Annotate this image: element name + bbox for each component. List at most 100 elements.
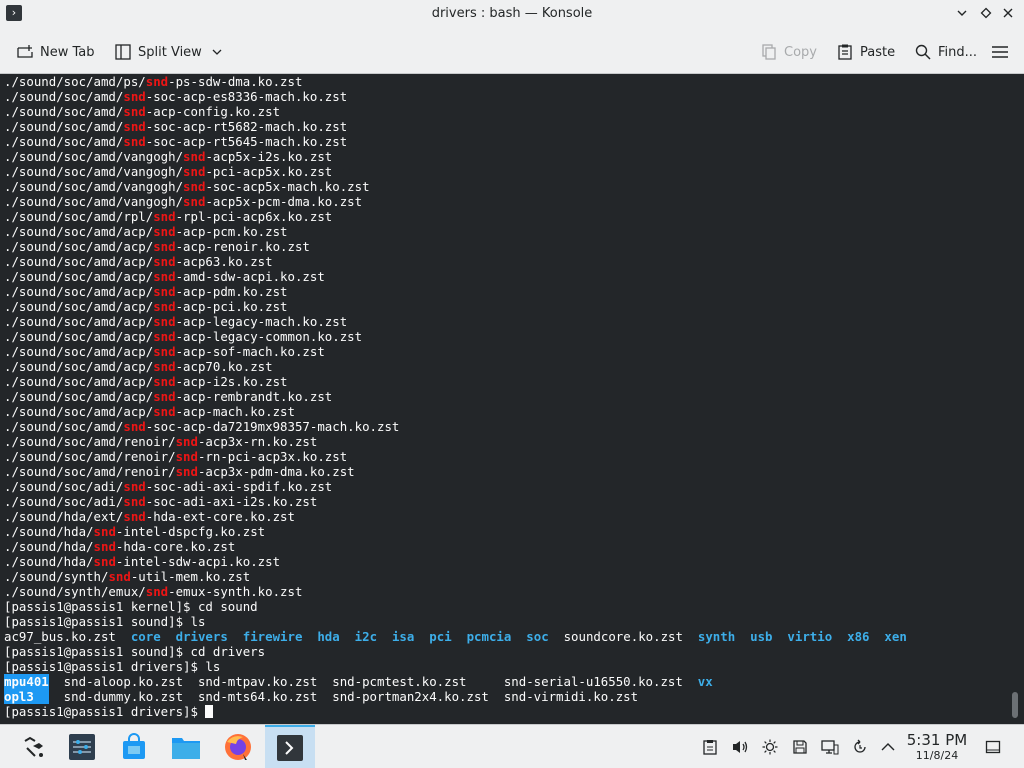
terminal-text-segment: snd [108,569,131,584]
application-launcher[interactable] [16,729,52,765]
terminal-text-segment: snd [123,134,146,149]
volume-icon[interactable] [730,737,750,757]
terminal-text-segment: xen [884,629,907,644]
terminal-text-segment: snd [153,269,176,284]
terminal-text-segment: -amd-sdw-acpi.ko.zst [175,269,325,284]
terminal-text-segment: [passis1@passis1 drivers]$ [4,704,206,719]
terminal-text-segment: usb [750,629,773,644]
diamond-icon [980,7,992,19]
terminal-line: ./sound/hda/snd-intel-sdw-acpi.ko.zst [4,554,907,569]
terminal-text-segment: ac97_bus.ko.zst [4,629,131,644]
terminal-line: ./sound/soc/amd/renoir/snd-rn-pci-acp3x.… [4,449,907,464]
terminal-text-segment: snd [123,419,146,434]
terminal-text-segment: ./sound/soc/amd/acp/ [4,224,154,239]
taskbar-konsole[interactable] [265,725,315,768]
updates-icon[interactable] [850,737,870,757]
terminal-text-segment: ./sound/soc/amd/acp/ [4,284,154,299]
terminal-text-segment: -soc-acp5x-mach.ko.zst [205,179,370,194]
terminal-text-segment: -acp-legacy-common.ko.zst [175,329,363,344]
taskbar-file-manager[interactable] [168,729,204,765]
terminal-text-segment: -hda-core.ko.zst [115,539,236,554]
terminal-text-segment: -pci-acp5x.ko.zst [205,164,333,179]
new-tab-label: New Tab [40,44,95,60]
terminal-icon [277,735,303,761]
storage-icon[interactable] [790,737,810,757]
chevron-down-icon [957,10,967,16]
terminal-text-segment: ./sound/soc/amd/acp/ [4,254,154,269]
shopping-bag-icon [123,733,145,759]
terminal-text-segment: snd [145,584,169,599]
maximize-button[interactable] [976,5,996,25]
terminal-text-segment: snd [123,494,146,509]
terminal-line: ./sound/soc/amd/snd-soc-acp-rt5682-mach.… [4,119,907,134]
terminal-text-segment: ./sound/soc/amd/acp/ [4,269,154,284]
terminal-text-segment: ./sound/soc/amd/acp/ [4,329,154,344]
terminal-text-segment: -soc-adi-axi-i2s.ko.zst [145,494,318,509]
terminal-text-segment: -acp70.ko.zst [175,359,273,374]
terminal-line: ./sound/synth/snd-util-mem.ko.zst [4,569,907,584]
chevron-up-icon[interactable] [878,737,898,757]
brightness-icon[interactable] [760,737,780,757]
terminal-text-segment: -soc-acp-rt5682-mach.ko.zst [145,119,348,134]
taskbar-system-settings[interactable] [64,729,100,765]
taskbar-firefox[interactable] [220,729,256,765]
terminal-text-segment: i2c [354,629,378,644]
close-button[interactable] [998,5,1018,25]
terminal-text-segment: -acp-pdm.ko.zst [175,284,288,299]
taskbar-discover[interactable] [116,729,152,765]
terminal-text-segment: snd [183,149,206,164]
terminal-line: ./sound/soc/amd/acp/snd-acp-pcm.ko.zst [4,224,907,239]
paste-icon [838,44,852,60]
terminal-text-segment: snd [153,299,176,314]
show-desktop-icon[interactable] [983,737,1003,757]
terminal-scrollbar[interactable] [1012,692,1018,718]
terminal-text-segment: snd [123,119,146,134]
terminal-text-segment: x86 [847,629,870,644]
terminal-text-segment: ./sound/soc/amd/ [4,89,124,104]
terminal-text-segment: -soc-acp-es8336-mach.ko.zst [145,89,348,104]
terminal-text-segment: -acp-pcm.ko.zst [175,224,288,239]
find-button[interactable]: Find... [914,40,977,64]
terminal-line: [passis1@passis1 drivers]$ ls [4,659,907,674]
copy-icon [762,44,776,60]
terminal-line: ./sound/soc/amd/acp/snd-amd-sdw-acpi.ko.… [4,269,907,284]
new-tab-button[interactable]: New Tab [16,40,95,64]
terminal-text-segment: ./sound/synth/ [4,569,109,584]
copy-button[interactable]: Copy [760,40,817,64]
terminal-text-segment: snd [183,194,206,209]
terminal-text-segment: snd [183,179,206,194]
terminal-text-segment: -intel-dspcfg.ko.zst [115,524,266,539]
terminal-text-segment: ./sound/hda/ [4,524,94,539]
terminal-line: ./sound/soc/amd/acp/snd-acp-mach.ko.zst [4,404,907,419]
terminal-text-segment: [passis1@passis1 sound]$ ls [4,614,206,629]
clipboard-icon[interactable] [700,737,720,757]
terminal-text-segment: ./sound/soc/amd/vangogh/ [4,194,184,209]
terminal-line: ./sound/soc/amd/snd-soc-acp-da7219mx9835… [4,419,907,434]
terminal-text-segment: -soc-adi-axi-spdif.ko.zst [145,479,333,494]
terminal-text-segment: snd [175,434,198,449]
terminal-line: opl3 snd-dummy.ko.zst snd-mts64.ko.zst s… [4,689,907,704]
paste-button[interactable]: Paste [836,40,895,64]
terminal-text-segment: snd [93,524,116,539]
split-view-button[interactable]: Split View [114,40,228,64]
hamburger-menu-button[interactable] [990,40,1016,64]
terminal-text-segment: -acp5x-i2s.ko.zst [205,149,333,164]
terminal-line: ./sound/soc/adi/snd-soc-adi-axi-i2s.ko.z… [4,494,907,509]
minimize-button[interactable] [952,5,972,25]
terminal-text-segment: snd [153,404,176,419]
terminal-text-segment: ./sound/soc/amd/ [4,119,124,134]
terminal-text-segment: -acp63.ko.zst [175,254,273,269]
terminal-line: ./sound/soc/amd/acp/snd-acp-pdm.ko.zst [4,284,907,299]
new-tab-icon [17,45,33,58]
terminal-line: ./sound/soc/amd/vangogh/snd-soc-acp5x-ma… [4,179,907,194]
network-icon[interactable] [820,737,840,757]
terminal-area[interactable]: ./sound/soc/amd/ps/snd-ps-sdw-dma.ko.zst… [0,74,1024,724]
digital-clock[interactable]: 5:31 PM 11/8/24 [898,731,976,762]
terminal-text-segment: [passis1@passis1 kernel]$ cd sound [4,599,258,614]
terminal-text-segment: -emux-synth.ko.zst [168,584,303,599]
